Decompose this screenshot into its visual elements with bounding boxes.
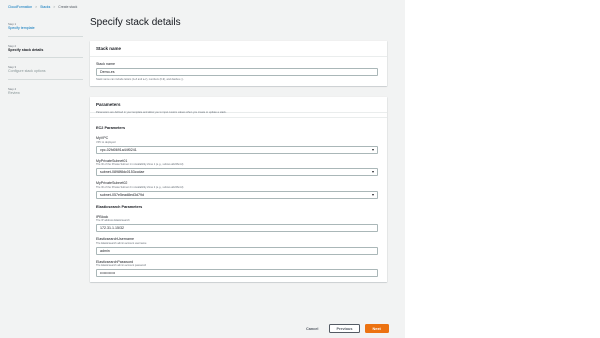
next-button[interactable]: Next <box>364 324 389 333</box>
elasticsearch-password-input[interactable]: •••••••••••• <box>96 269 378 277</box>
ipblock-input[interactable]: 172.31.1.15/32 <box>96 224 378 232</box>
myprivatesubnet02-select[interactable]: subnet-057e5ead8ed3d79d ▾ <box>96 190 378 199</box>
main-content: Specify stack details <box>90 16 387 30</box>
cloudformation-console: CloudFormation > Stacks > Create stack S… <box>0 0 405 338</box>
chevron-right-icon: > <box>53 5 56 9</box>
step-label-configure-stack-options: Configure stack options <box>8 69 46 73</box>
step-2: Step 2 Specify stack details <box>8 44 83 58</box>
input-value: Demo-es <box>100 70 115 74</box>
step-3: Step 3 Configure stack options <box>8 65 83 80</box>
parameters-card: Parameters Parameters are defined in you… <box>90 97 387 282</box>
card-header: Stack name <box>90 41 387 57</box>
caret-down-icon: ▾ <box>371 146 374 152</box>
breadcrumb: CloudFormation > Stacks > Create stack <box>8 5 77 9</box>
input-value: 172.31.1.15/32 <box>100 226 124 230</box>
step-label-review: Review <box>8 90 20 95</box>
chevron-right-icon: > <box>35 5 38 9</box>
breadcrumb-stacks[interactable]: Stacks <box>40 5 50 9</box>
stack-name-field: Stack name Demo-es Stack name can includ… <box>96 62 381 81</box>
input-value: admin <box>100 248 110 253</box>
param-myvpc: MyVPC VPC to deployed vpc-02fd0691a44f02… <box>96 136 381 154</box>
param-elasticsearch-password: ElasticsearchPassword The Elasticsearch … <box>96 260 381 277</box>
myprivatesubnet01-select[interactable]: subnet-0898f8dc0153ccdae ▾ <box>96 168 378 176</box>
stack-name-card: Stack name Stack name Demo-es Stack name… <box>90 41 387 86</box>
step-4: Step 4 Review <box>8 87 83 96</box>
cancel-button[interactable]: Cancel <box>300 327 324 331</box>
card-body: EC2 Parameters MyVPC VPC to deployed vpc… <box>90 118 387 282</box>
divider <box>8 35 83 37</box>
select-value: subnet-057e5ead8ed3d79d <box>100 192 144 197</box>
input-value: •••••••••••• <box>100 271 116 275</box>
section-title-elasticsearch: Elasticsearch Parameters <box>96 204 143 209</box>
divider <box>8 57 83 58</box>
breadcrumb-cloudformation[interactable]: CloudFormation <box>8 5 32 9</box>
field-description: VPC to deployed <box>96 140 116 144</box>
previous-button[interactable]: Previous <box>329 324 360 333</box>
param-ipblock: IPBlock The IP address Elasticsearch 172… <box>96 215 381 232</box>
step-1[interactable]: Step 1 Specify template <box>8 22 83 37</box>
elasticsearch-username-input[interactable]: admin <box>96 246 378 255</box>
section-title-ec2: EC2 Parameters <box>96 126 126 130</box>
divider <box>8 78 83 80</box>
step-label-specify-stack-details: Specify stack details <box>8 47 44 52</box>
field-description: The Elasticsearch admin account password <box>96 264 147 267</box>
field-description: The Elasticsearch admin account username <box>96 241 147 245</box>
page-title: Specify stack details <box>90 17 181 28</box>
myvpc-select[interactable]: vpc-02fd0691a44f0241 ▾ <box>96 145 378 154</box>
stack-name-input[interactable]: Demo-es <box>96 68 378 76</box>
select-value: subnet-0898f8dc0153ccdae <box>100 170 145 174</box>
field-label: Stack name <box>96 62 115 66</box>
card-body: Stack name Demo-es Stack name can includ… <box>90 57 387 86</box>
param-elasticsearch-username: ElasticsearchUsername The Elasticsearch … <box>96 237 381 255</box>
field-description: The IP address Elasticsearch <box>96 219 130 222</box>
breadcrumb-create-stack: Create stack <box>58 5 78 9</box>
step-label-specify-template[interactable]: Specify template <box>8 26 83 31</box>
card-description: Parameters are defined in your template … <box>90 111 387 118</box>
param-myprivatesubnet01: MyPrivateSubnet01 The ID of the Private … <box>96 159 381 176</box>
param-myprivatesubnet02: MyPrivateSubnet02 The ID of the Private … <box>96 181 381 199</box>
field-description: The ID of the Private Subnet 1 in Availa… <box>96 163 184 166</box>
wizard-actions: Cancel Previous Next <box>300 324 389 333</box>
wizard-steps: Step 1 Specify template Step 2 Specify s… <box>8 22 83 102</box>
field-hint: Stack name can include letters (A-Z and … <box>96 77 184 81</box>
select-value: vpc-02fd0691a44f0241 <box>100 147 137 152</box>
caret-down-icon: ▾ <box>371 191 374 197</box>
caret-down-icon: ▾ <box>371 169 374 174</box>
field-description: The ID of the Private Subnet 2 in Availa… <box>96 185 184 189</box>
